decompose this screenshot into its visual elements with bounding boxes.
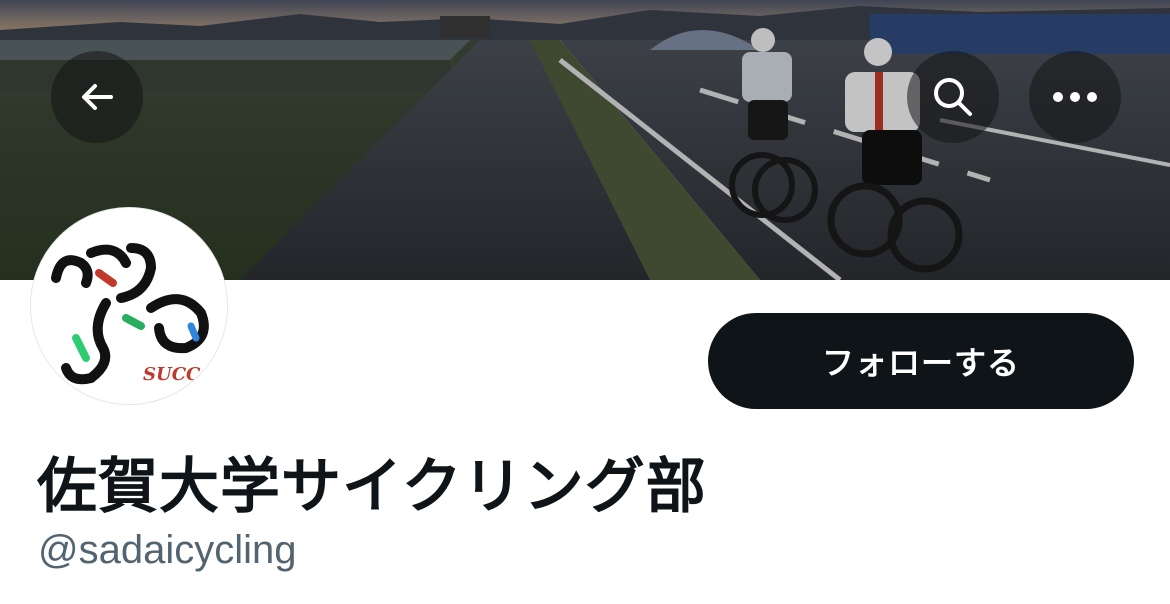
profile-handle: @sadaicycling <box>38 528 297 572</box>
club-logo: SUCC <box>31 208 227 404</box>
search-icon <box>934 78 972 116</box>
search-button[interactable] <box>907 51 999 143</box>
follow-button[interactable]: フォローする <box>708 313 1134 409</box>
profile-avatar[interactable]: SUCC <box>31 208 227 404</box>
profile-display-name: 佐賀大学サイクリング部 <box>37 452 707 522</box>
arrow-left-icon <box>82 84 113 110</box>
more-horizontal-icon <box>1053 92 1097 102</box>
more-button[interactable] <box>1029 51 1121 143</box>
logo-text: SUCC <box>143 364 201 385</box>
back-button[interactable] <box>51 51 143 143</box>
